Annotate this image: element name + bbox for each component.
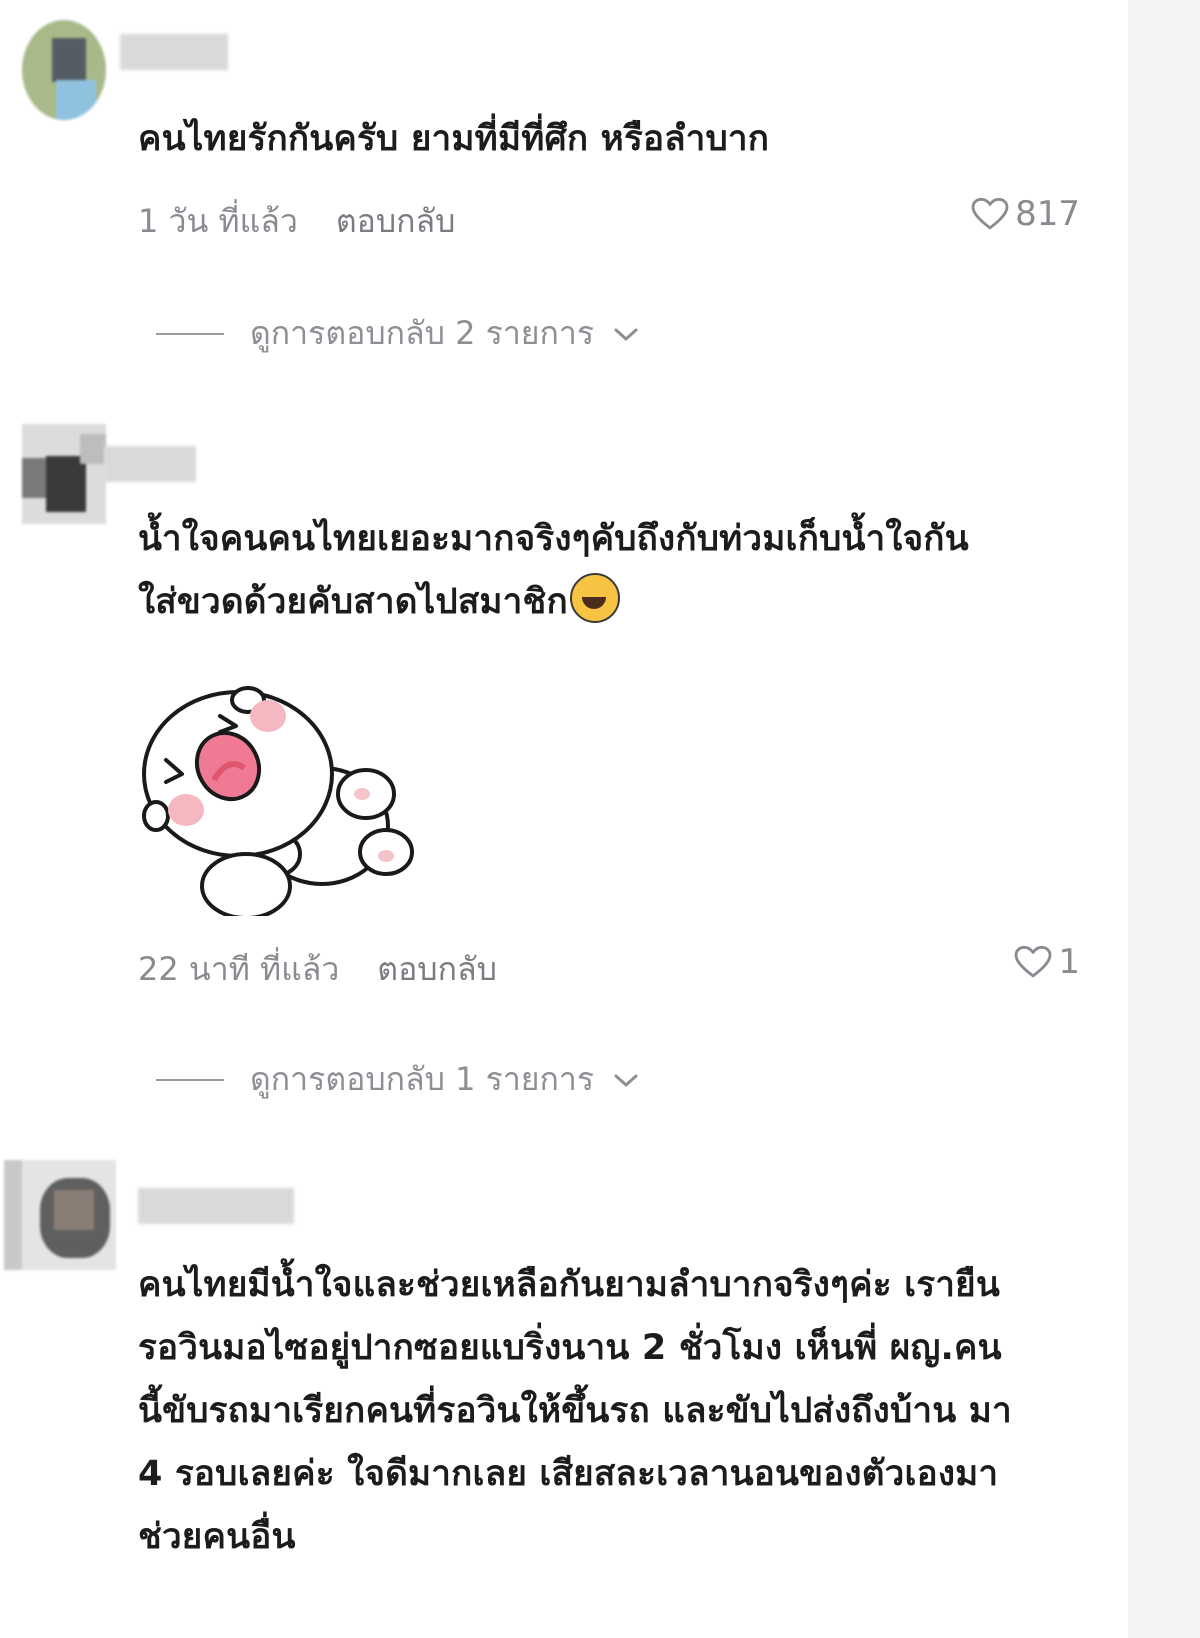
avatar[interactable] [4, 1160, 116, 1270]
laughing-bear-sticker [142, 686, 414, 916]
heart-icon [971, 197, 1009, 230]
avatar[interactable] [22, 424, 106, 524]
heart-icon [1014, 945, 1052, 978]
chevron-down-icon [614, 328, 638, 340]
comment-text: น้ำใจคนคนไทยเยอะมากจริงๆคับถึงกับท่วมเก็… [138, 508, 1072, 634]
avatar[interactable] [22, 20, 106, 120]
chevron-down-icon [614, 1074, 638, 1086]
view-replies-label: ดูการตอบกลับ 1 รายการ [250, 1060, 595, 1098]
username-blurred[interactable] [104, 446, 196, 482]
comment-meta: 22 นาที ที่แล้ว ตอบกลับ [138, 944, 497, 995]
reply-button[interactable]: ตอบกลับ [336, 196, 456, 247]
view-replies-button[interactable]: ดูการตอบกลับ 2 รายการ [156, 308, 640, 359]
comment-text: คนไทยรักกันครับ ยามที่มีที่ศึก หรือลำบาก [138, 119, 770, 159]
like-count: 817 [1015, 194, 1080, 234]
view-replies-button[interactable]: ดูการตอบกลับ 1 รายการ [156, 1054, 640, 1105]
timestamp: 1 วัน ที่แล้ว [138, 202, 298, 240]
comment-text-line: นี้ขับรถมาเรียกคนที่รอวินให้ขึ้นรถ และขั… [138, 1391, 1012, 1431]
laughing-face-icon [569, 573, 620, 623]
comment-text-line: คนไทยมีน้ำใจและช่วยเหลือกันยามลำบากจริงๆ… [138, 1265, 1000, 1305]
like-count: 1 [1058, 942, 1080, 982]
scrollbar-track[interactable] [1128, 0, 1200, 1638]
view-replies-label: ดูการตอบกลับ 2 รายการ [250, 314, 595, 352]
comment-text: คนไทยมีน้ำใจและช่วยเหลือกันยามลำบากจริงๆ… [138, 1254, 1072, 1569]
comment-text-line: ช่วยคนอื่น [138, 1517, 296, 1557]
timestamp: 22 นาที ที่แล้ว [138, 950, 340, 988]
divider-line [156, 1078, 224, 1081]
comment-text-line: 4 รอบเลยค่ะ ใจดีมากเลย เสียสละเวลานอนของ… [138, 1454, 999, 1494]
comment-text-line: ใส่ขวดด้วยคับสาดไปสมาชิก [138, 571, 1072, 634]
like-button[interactable]: 817 [971, 194, 1080, 234]
divider-line [156, 332, 224, 335]
like-button[interactable]: 1 [1014, 942, 1080, 982]
reply-button[interactable]: ตอบกลับ [377, 944, 497, 995]
comment-text-line: น้ำใจคนคนไทยเยอะมากจริงๆคับถึงกับท่วมเก็… [138, 519, 969, 559]
comment-text-line: รอวินมอไซอยู่ปากซอยแบริ่งนาน 2 ชั่วโมง เ… [138, 1328, 1002, 1368]
username-blurred[interactable] [138, 1188, 294, 1224]
comment-meta: 1 วัน ที่แล้ว ตอบกลับ [138, 196, 455, 247]
username-blurred[interactable] [120, 34, 228, 70]
